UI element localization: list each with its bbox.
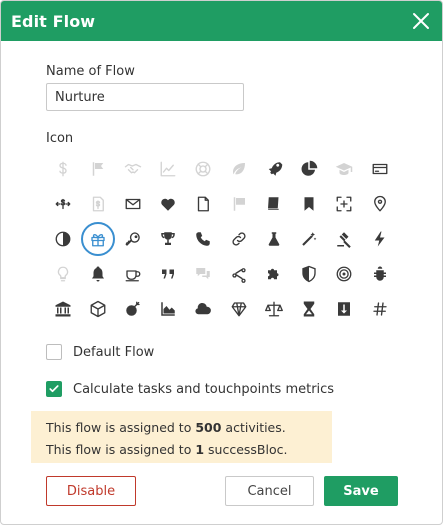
expand-plus-icon[interactable] (327, 187, 361, 221)
share-nodes-icon[interactable] (222, 257, 256, 291)
puzzle-icon[interactable] (257, 257, 291, 291)
notice-activities-line: This flow is assigned to 500 activities. (46, 420, 286, 435)
icon-grid (46, 152, 398, 327)
leaf-icon[interactable] (222, 152, 256, 186)
bug-icon[interactable] (363, 257, 397, 291)
dialog-title: Edit Flow (11, 11, 96, 31)
diamond-icon[interactable] (222, 292, 256, 326)
hashtag-icon[interactable] (363, 292, 397, 326)
heart-icon[interactable] (151, 187, 185, 221)
balance-scale-icon[interactable] (257, 292, 291, 326)
lightbulb-icon[interactable] (46, 257, 80, 291)
cloud-icon[interactable] (186, 292, 220, 326)
assignment-notice: This flow is assigned to 500 activities.… (31, 411, 332, 463)
cancel-button[interactable]: Cancel (225, 476, 314, 506)
hourglass-icon[interactable] (292, 292, 326, 326)
dollar-file-icon[interactable] (81, 187, 115, 221)
quote-icon[interactable] (151, 257, 185, 291)
comments-icon[interactable] (186, 257, 220, 291)
bookmark-icon[interactable] (292, 187, 326, 221)
default-flow-option[interactable]: Default Flow (46, 344, 154, 360)
calc-metrics-label: Calculate tasks and touchpoints metrics (73, 381, 335, 397)
flask-icon[interactable] (257, 222, 291, 256)
bullseye-icon[interactable] (327, 257, 361, 291)
trophy-icon[interactable] (151, 222, 185, 256)
flag-alt-icon[interactable] (222, 187, 256, 221)
save-button[interactable]: Save (324, 476, 398, 506)
magic-wand-icon[interactable] (292, 222, 326, 256)
shield-icon[interactable] (292, 257, 326, 291)
file-icon[interactable] (186, 187, 220, 221)
edit-flow-dialog: Edit Flow Name of Flow Icon Default Flow… (0, 0, 443, 525)
dollar-icon[interactable] (46, 152, 80, 186)
dialog-header: Edit Flow (1, 1, 442, 41)
calc-metrics-option[interactable]: Calculate tasks and touchpoints metrics (46, 381, 334, 397)
exchange-dollar-icon[interactable] (46, 187, 80, 221)
line-chart-icon[interactable] (151, 152, 185, 186)
download-box-icon[interactable] (327, 292, 361, 326)
gavel-icon[interactable] (327, 222, 361, 256)
icon-picker-label: Icon (46, 131, 74, 146)
close-icon[interactable] (410, 10, 432, 32)
successbloc-count: 1 (195, 442, 205, 457)
cube-icon[interactable] (81, 292, 115, 326)
disable-button[interactable]: Disable (46, 476, 136, 506)
book-icon[interactable] (257, 187, 291, 221)
pie-chart-icon[interactable] (292, 152, 326, 186)
handshake-icon[interactable] (116, 152, 150, 186)
bank-icon[interactable] (46, 292, 80, 326)
calc-metrics-checkbox[interactable] (46, 381, 62, 397)
map-marker-icon[interactable] (363, 187, 397, 221)
flag-icon[interactable] (81, 152, 115, 186)
bomb-icon[interactable] (116, 292, 150, 326)
life-ring-icon[interactable] (186, 152, 220, 186)
contrast-icon[interactable] (46, 222, 80, 256)
rocket-icon[interactable] (257, 152, 291, 186)
credit-card-icon[interactable] (363, 152, 397, 186)
activities-count: 500 (195, 420, 222, 435)
gift-icon[interactable] (81, 222, 115, 256)
flow-name-input[interactable] (46, 83, 244, 111)
bell-icon[interactable] (81, 257, 115, 291)
graduation-cap-icon[interactable] (327, 152, 361, 186)
phone-icon[interactable] (186, 222, 220, 256)
bolt-icon[interactable] (363, 222, 397, 256)
link-icon[interactable] (222, 222, 256, 256)
envelope-icon[interactable] (116, 187, 150, 221)
default-flow-checkbox[interactable] (46, 344, 62, 360)
default-flow-label: Default Flow (73, 344, 155, 360)
area-chart-icon[interactable] (151, 292, 185, 326)
coffee-icon[interactable] (116, 257, 150, 291)
name-field-label: Name of Flow (46, 64, 135, 79)
notice-successbloc-line: This flow is assigned to 1 successBloc. (46, 442, 288, 457)
key-icon[interactable] (116, 222, 150, 256)
